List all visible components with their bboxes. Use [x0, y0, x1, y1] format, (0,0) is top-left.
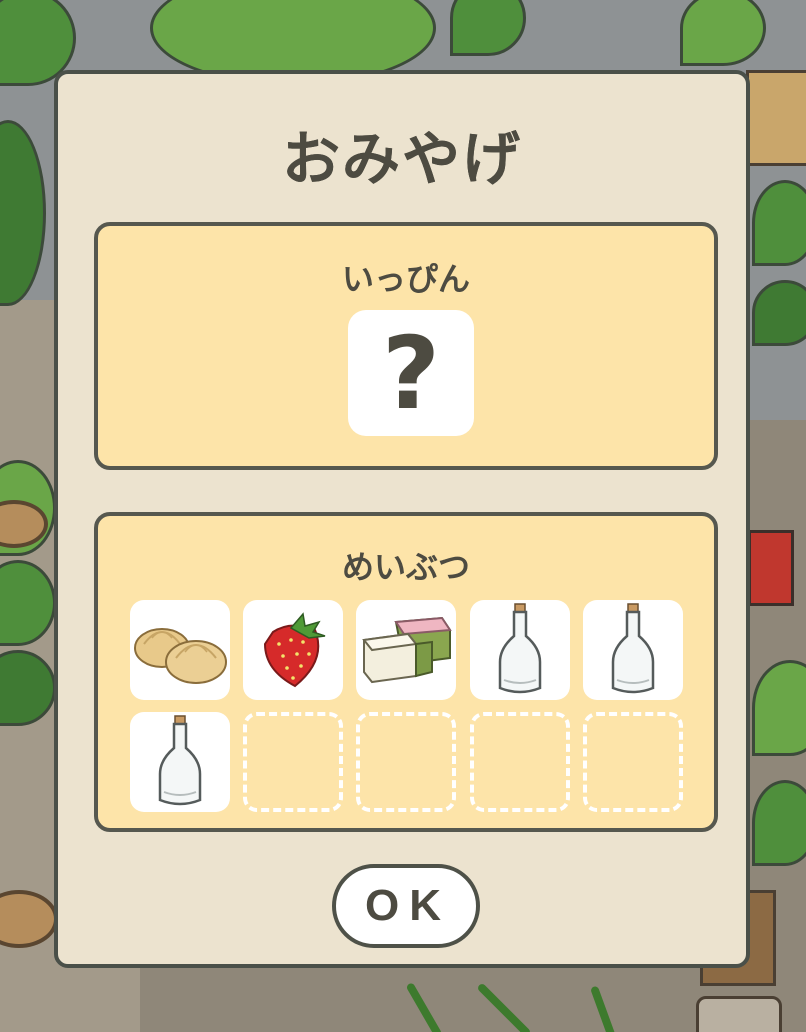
specialty-slot[interactable]: [243, 600, 343, 700]
specialties-label: めいぶつ: [341, 548, 470, 586]
bottom-menu-button[interactable]: [696, 996, 782, 1032]
glass-bottle-icon: [498, 603, 542, 694]
ok-button[interactable]: OK: [332, 864, 480, 948]
wooden-fence: [746, 70, 806, 166]
leaf-decoration: [752, 180, 806, 266]
glass-bottle-icon: [611, 603, 655, 694]
unknown-item-slot[interactable]: ?: [348, 310, 474, 436]
specialty-slot[interactable]: [470, 600, 570, 700]
special-item-panel: いっぴん ?: [94, 222, 718, 470]
specialty-slot[interactable]: [583, 600, 683, 700]
dialog-title: おみやげ: [281, 125, 522, 193]
specialty-slot[interactable]: [356, 600, 456, 700]
leaf-decoration: [752, 780, 806, 866]
specialty-slot[interactable]: [130, 712, 230, 812]
empty-specialty-slot: [356, 712, 456, 812]
unknown-icon: ?: [381, 314, 440, 432]
strawberry-icon: [263, 612, 326, 688]
special-item-label: いっぴん: [341, 260, 470, 298]
souvenir-dialog: おみやげ いっぴん ? めいぶつ OK: [54, 70, 750, 968]
empty-specialty-slot: [583, 712, 683, 812]
glass-bottle-icon: [158, 715, 202, 806]
manju-icon: [134, 628, 227, 684]
specialties-panel: めいぶつ: [94, 512, 718, 832]
empty-specialty-slot: [470, 712, 570, 812]
kashiwamochi-icon: [362, 616, 452, 684]
red-mailbox: [748, 530, 794, 606]
specialty-slot[interactable]: [130, 600, 230, 700]
leaf-decoration: [752, 280, 806, 346]
empty-specialty-slot: [243, 712, 343, 812]
